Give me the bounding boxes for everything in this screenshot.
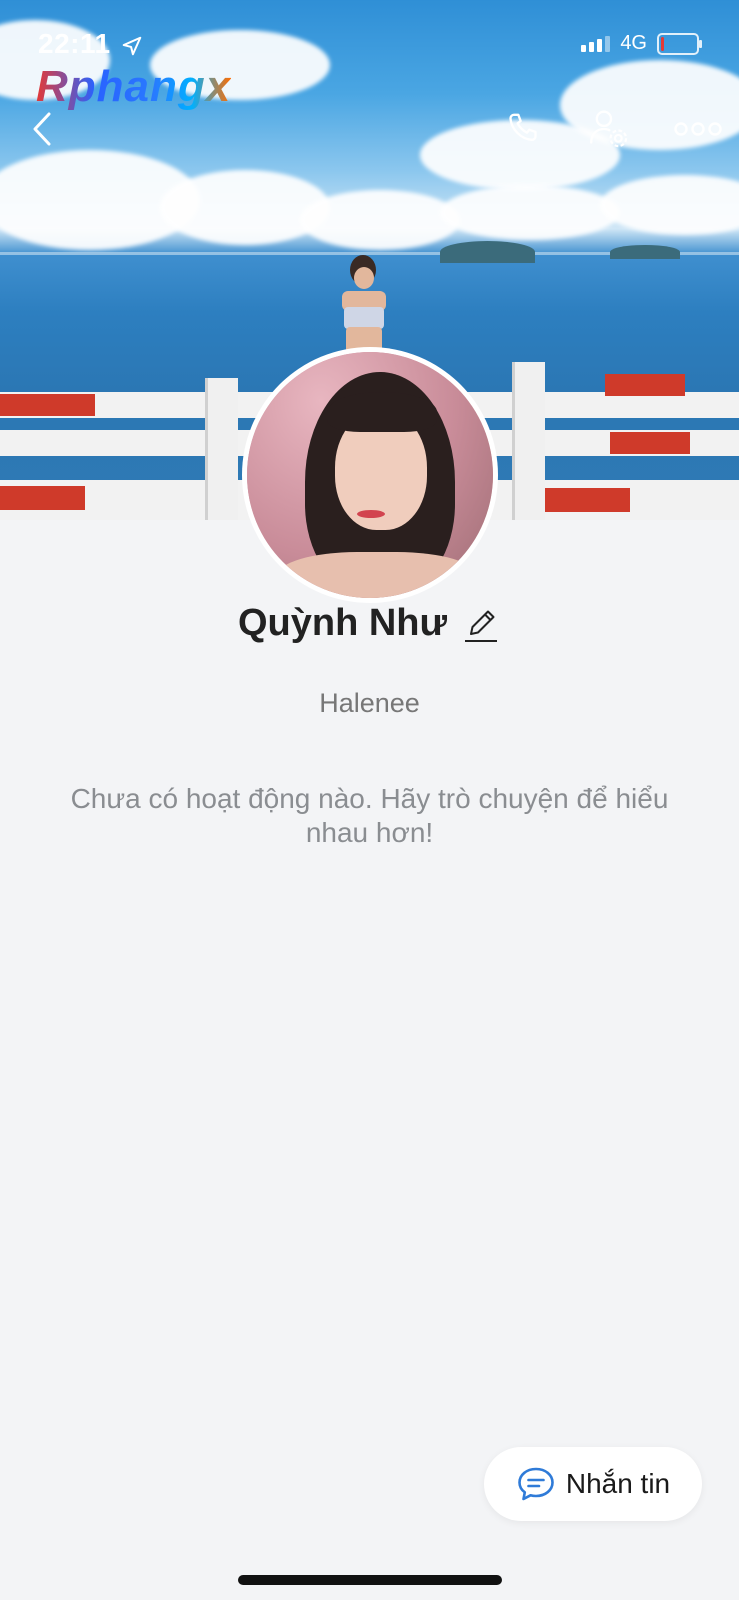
send-message-button[interactable]: Nhắn tin bbox=[484, 1447, 702, 1521]
cloud bbox=[600, 175, 739, 235]
profile-name: Quỳnh Như bbox=[237, 602, 448, 644]
signal-icon bbox=[581, 35, 611, 52]
pencil-icon bbox=[465, 610, 498, 642]
avatar-image bbox=[247, 352, 493, 598]
chat-bubble-icon bbox=[518, 1467, 554, 1501]
cloud bbox=[300, 190, 460, 250]
fence-stripe bbox=[0, 394, 95, 416]
profile-username: Halenee bbox=[319, 688, 420, 718]
battery-level bbox=[661, 36, 664, 51]
phone-icon bbox=[509, 113, 537, 142]
fence-post bbox=[205, 378, 238, 520]
more-horizontal-icon bbox=[674, 122, 722, 136]
fence-post bbox=[512, 362, 545, 520]
edit-name-button[interactable] bbox=[461, 604, 501, 644]
status-time: 22:11 bbox=[38, 28, 143, 60]
fence-stripe bbox=[605, 374, 685, 396]
status-indicators: 4G bbox=[581, 32, 702, 55]
location-arrow-icon bbox=[122, 36, 142, 55]
cloud bbox=[440, 185, 620, 240]
island bbox=[440, 241, 535, 263]
fence-stripe bbox=[0, 486, 85, 510]
send-message-label: Nhắn tin bbox=[565, 1468, 671, 1499]
home-indicator[interactable] bbox=[238, 1575, 502, 1585]
profile-name-row: Quỳnh Như bbox=[0, 602, 739, 645]
chevron-left-icon bbox=[33, 112, 51, 146]
network-type: 4G bbox=[620, 32, 647, 54]
cloud bbox=[160, 170, 330, 245]
profile-avatar[interactable] bbox=[242, 347, 498, 603]
user-settings-icon bbox=[590, 110, 628, 148]
empty-activity-message: Chưa có hoạt động nào. Hãy trò chuyện để… bbox=[70, 783, 669, 848]
call-button[interactable] bbox=[498, 104, 548, 154]
profile-settings-button[interactable] bbox=[584, 104, 634, 154]
fence-stripe bbox=[540, 488, 630, 512]
back-button[interactable] bbox=[18, 104, 68, 154]
battery-icon bbox=[657, 32, 702, 55]
more-button[interactable] bbox=[670, 104, 726, 154]
fence-stripe bbox=[610, 432, 690, 454]
island bbox=[610, 245, 680, 259]
status-time-text: 22:11 bbox=[38, 28, 111, 59]
